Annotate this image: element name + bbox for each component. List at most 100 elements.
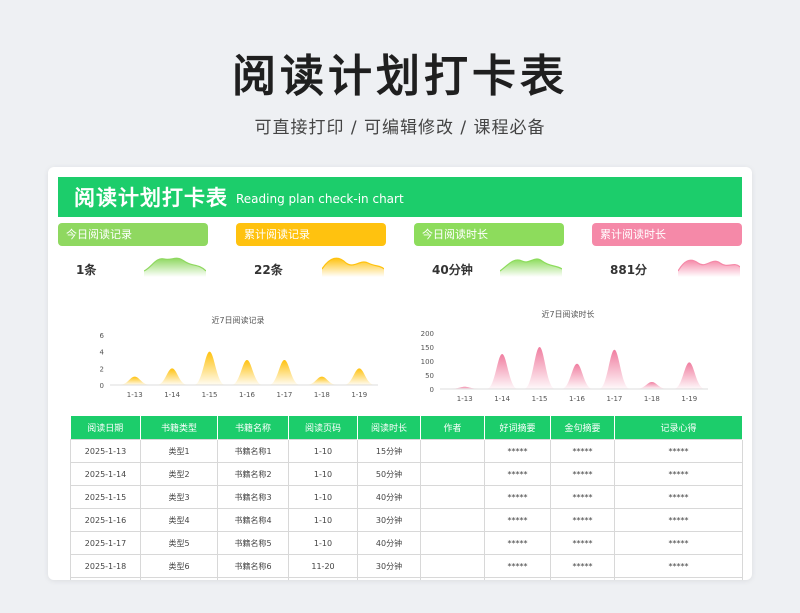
table-cell: ***** — [550, 439, 615, 463]
table-cell — [420, 531, 485, 555]
stat-today-records: 今日阅读记录 1条 — [58, 223, 208, 287]
table-cell: ***** — [484, 462, 551, 486]
y-tick-label: 6 — [100, 332, 105, 340]
stat-total-duration: 累计阅读时长 881分 — [592, 223, 742, 287]
table-cell: ***** — [550, 485, 615, 509]
table-cell: ***** — [614, 485, 743, 509]
area-peak — [306, 376, 338, 385]
table-cell — [420, 462, 485, 486]
x-tick-label: 1-14 — [494, 395, 510, 403]
table-cell: ***** — [614, 462, 743, 486]
chart-records: 近7日阅读记录 0 2 4 6 1-13 1-14 1-15 1-16 1-17 1-18 1-19 — [78, 315, 398, 405]
y-tick-label: 50 — [425, 372, 434, 380]
table-row: 2025-1-13 类型1 书籍名称1 1-10 15分钟 ***** ***** ***** — [70, 439, 743, 463]
table-cell: 类型4 — [140, 508, 218, 532]
column-header: 记录心得 — [614, 416, 743, 440]
column-header: 阅读日期 — [70, 416, 141, 440]
x-tick-label: 1-17 — [606, 395, 622, 403]
column-header: 作者 — [420, 416, 485, 440]
x-tick-label: 1-15 — [532, 395, 548, 403]
table-cell: ***** — [614, 577, 743, 580]
table-cell: 书籍名称7 — [217, 577, 289, 580]
table-cell: ***** — [550, 577, 615, 580]
x-tick-label: 1-16 — [569, 395, 585, 403]
table-cell: 1-10 — [288, 439, 358, 463]
table-cell: ***** — [484, 485, 551, 509]
area-peak — [193, 351, 226, 385]
stat-value: 1条 — [76, 263, 97, 277]
area-peak — [561, 363, 593, 389]
table-cell: 15分钟 — [357, 439, 421, 463]
table-row: 2025-1-15 类型3 书籍名称3 1-10 40分钟 ***** ***** ***** — [70, 485, 743, 509]
x-tick-label: 1-16 — [239, 391, 255, 399]
table-cell: ***** — [484, 439, 551, 463]
area-peak — [343, 368, 376, 385]
table-cell: 30分钟 — [357, 508, 421, 532]
y-tick-label: 150 — [421, 344, 434, 352]
column-header: 书籍类型 — [140, 416, 218, 440]
banner-title: 阅读计划打卡表 — [74, 186, 228, 210]
table-cell: 类型6 — [140, 554, 218, 578]
x-tick-label: 1-14 — [164, 391, 180, 399]
table-cell: 40分钟 — [357, 531, 421, 555]
table-cell: ***** — [550, 531, 615, 555]
plan-card: 阅读计划打卡表 Reading plan check-in chart 今日阅读… — [48, 167, 752, 580]
column-header: 阅读页码 — [288, 416, 358, 440]
table-cell — [420, 439, 485, 463]
sparkline-icon — [322, 257, 384, 277]
table-cell: 类型1 — [140, 439, 218, 463]
area-peak — [231, 360, 263, 385]
area-peak — [673, 362, 706, 389]
stat-label: 累计阅读记录 — [236, 223, 386, 246]
table-cell: 30分钟 — [357, 554, 421, 578]
stat-value: 881分 — [610, 263, 648, 277]
stat-label: 今日阅读记录 — [58, 223, 208, 246]
y-tick-label: 200 — [421, 330, 434, 338]
table-cell — [420, 485, 485, 509]
area-peak — [486, 354, 518, 389]
chart-duration-svg: 0 50 100 150 200 1-13 1-14 1-15 1-16 1-17 1-18 1-19 — [421, 330, 708, 403]
table-header-row: 阅读日期 书籍类型 书籍名称 阅读页码 阅读时长 作者 好词摘要 金句摘要 记录心得 — [70, 416, 743, 440]
column-header: 金句摘要 — [550, 416, 615, 440]
stat-label: 累计阅读时长 — [592, 223, 742, 246]
table-row: 2025-1-14 类型2 书籍名称2 1-10 50分钟 ***** ***** ***** — [70, 462, 743, 486]
sparkline-icon — [144, 257, 206, 277]
table-row: 2025-1-17 类型5 书籍名称5 1-10 40分钟 ***** ***** ***** — [70, 531, 743, 555]
table-cell: ***** — [550, 508, 615, 532]
table-cell: 40分钟 — [357, 485, 421, 509]
column-header: 好词摘要 — [484, 416, 551, 440]
table-cell: 2025-1-14 — [70, 462, 141, 486]
x-tick-label: 1-19 — [351, 391, 367, 399]
area-peak — [448, 386, 481, 389]
table-cell: ***** — [550, 462, 615, 486]
table-cell: 类型2 — [140, 462, 218, 486]
table-cell: 2025-1-15 — [70, 485, 141, 509]
table-cell: ***** — [484, 508, 551, 532]
x-tick-label: 1-13 — [127, 391, 143, 399]
table-cell: 11-20 — [288, 577, 358, 580]
table-cell: 50分钟 — [357, 577, 421, 580]
table-body: 2025-1-13 类型1 书籍名称1 1-10 15分钟 ***** ***** *****… — [70, 439, 743, 580]
area-peak — [268, 360, 301, 385]
stat-label: 今日阅读时长 — [414, 223, 564, 246]
table-cell — [420, 577, 485, 580]
table-cell: 11-20 — [288, 554, 358, 578]
table-cell — [420, 554, 485, 578]
table-cell: ***** — [484, 577, 551, 580]
column-header: 书籍名称 — [217, 416, 289, 440]
y-tick-label: 0 — [430, 386, 434, 394]
table-cell: 1-10 — [288, 531, 358, 555]
table-cell: 1-10 — [288, 462, 358, 486]
y-tick-label: 2 — [100, 365, 104, 373]
table-cell: ***** — [614, 439, 743, 463]
table-cell — [420, 508, 485, 532]
table-cell: ***** — [614, 554, 743, 578]
area-peak — [118, 376, 151, 385]
table-cell: 类型3 — [140, 485, 218, 509]
area-peak — [523, 347, 556, 389]
column-header: 阅读时长 — [357, 416, 421, 440]
table-cell: 书籍名称3 — [217, 485, 289, 509]
table-cell: ***** — [484, 554, 551, 578]
table-cell: 1-10 — [288, 485, 358, 509]
table-cell: ***** — [614, 508, 743, 532]
